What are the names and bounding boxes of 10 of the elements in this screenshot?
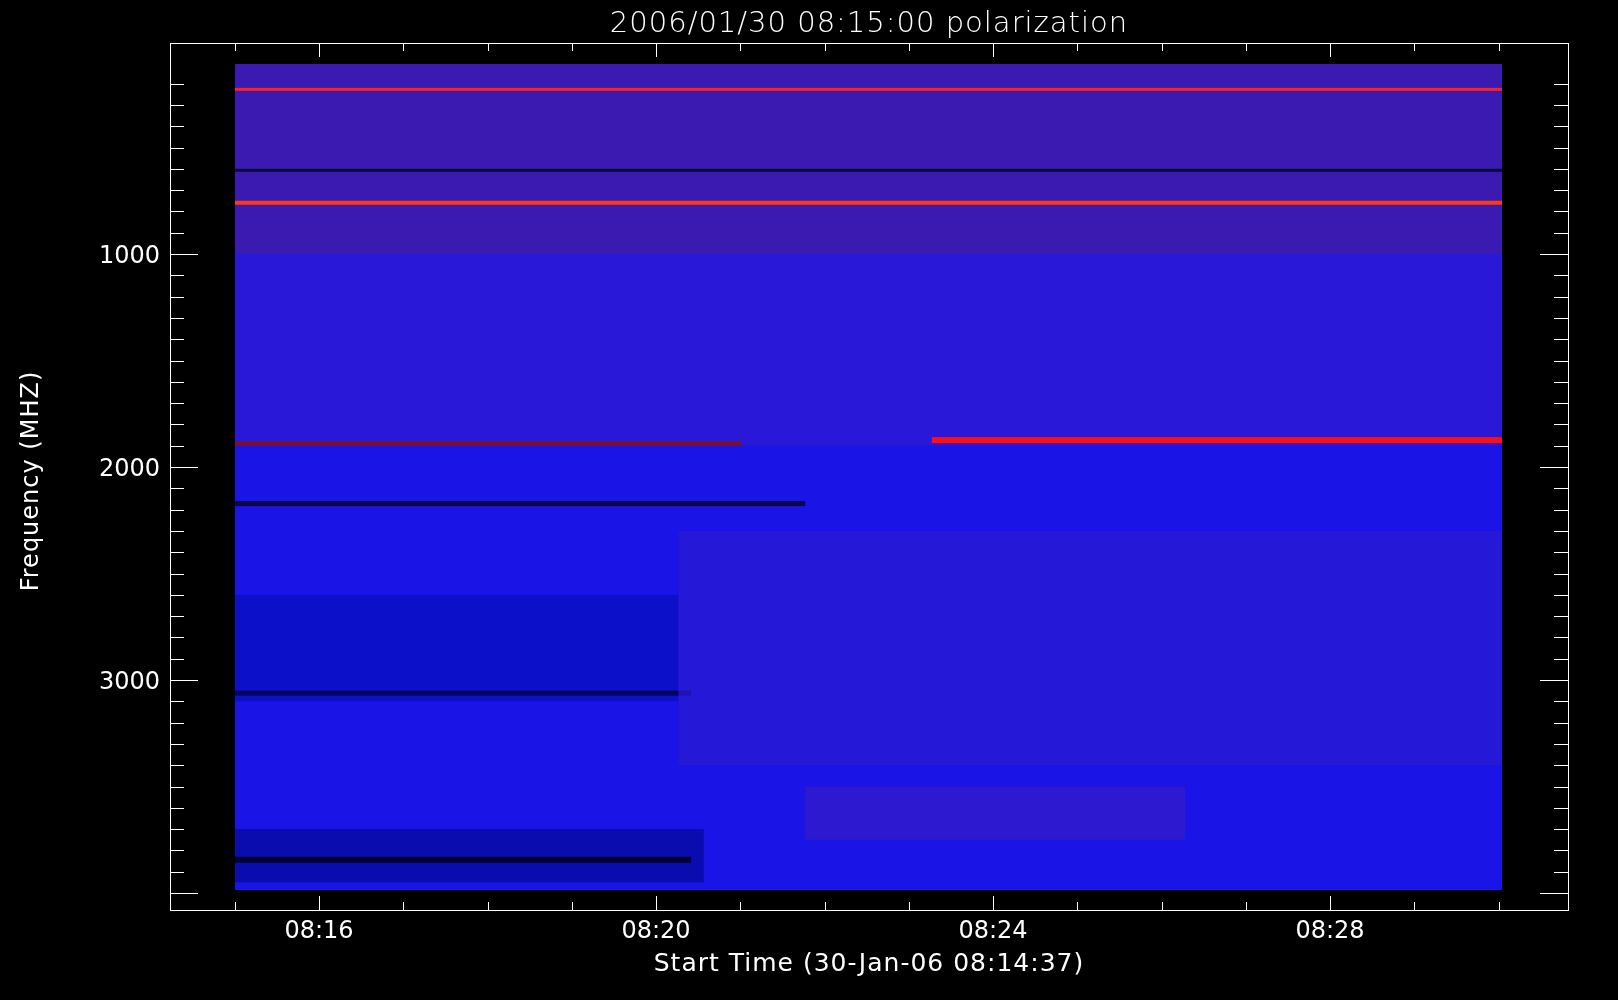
x-tick-label: 08:24: [958, 916, 1028, 944]
x-tick-label: 08:20: [621, 916, 691, 944]
x-tick-label: 08:28: [1295, 916, 1365, 944]
y-axis-label: Frequency (MHZ): [16, 370, 44, 591]
plot-title: 2006/01/30 08:15:00 polarization: [608, 3, 1130, 41]
x-axis-label: Start Time (30-Jan-06 08:14:37): [653, 948, 1085, 978]
y-tick-label: 1000: [98, 241, 160, 269]
y-tick-label: 2000: [98, 454, 160, 482]
x-tick-label: 08:16: [284, 916, 354, 944]
y-tick-label: 3000: [98, 667, 160, 695]
